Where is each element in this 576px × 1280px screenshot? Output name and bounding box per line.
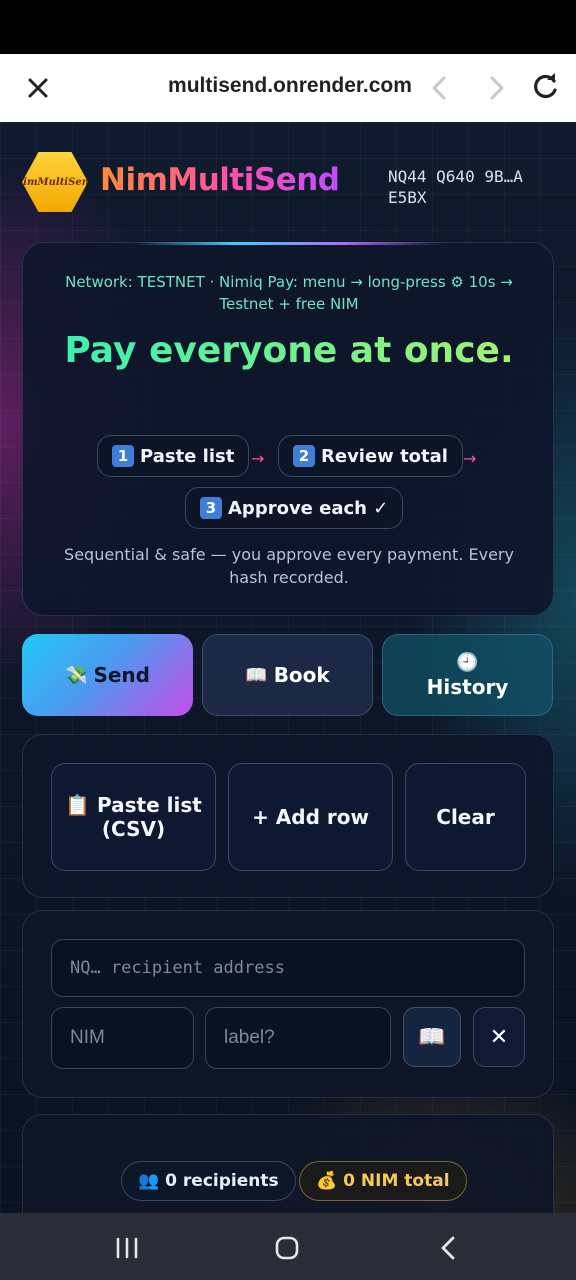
step-number: 2 (293, 445, 315, 467)
add-row-label: + Add row (252, 805, 369, 829)
book-icon: 📖 (418, 1024, 446, 1050)
step-pill-1: 1 Paste list (97, 435, 250, 477)
total-badge: 💰 0 NIM total (299, 1161, 467, 1201)
book-icon: 📖 (245, 664, 268, 686)
tab-label: Book (273, 663, 330, 687)
app-page: NimMultiSend NimMultiSend NQ44 Q640 9B…A… (0, 122, 576, 1213)
hero-subtitle: Sequential & safe — you approve every pa… (64, 545, 514, 587)
add-row-button[interactable]: + Add row (228, 763, 393, 871)
people-icon: 👥 (138, 1171, 160, 1191)
summary-card: 👥 0 recipients 💰 0 NIM total (22, 1114, 554, 1213)
home-icon[interactable] (272, 1233, 302, 1263)
hero-headline: Pay everyone at once. (53, 329, 525, 373)
back-nav-icon[interactable] (434, 1233, 464, 1263)
network-note: Network: TESTNET · Nimiq Pay: menu → lon… (65, 273, 513, 313)
step-arrow: → (251, 449, 265, 468)
step-number: 1 (112, 445, 134, 467)
money-bag-icon: 💰 (316, 1171, 338, 1191)
address-book-button[interactable]: 📖 (403, 1007, 461, 1067)
step-label: Paste list (140, 445, 235, 467)
tab-label: History (426, 675, 509, 699)
step-pill-2: 2 Review total (278, 435, 463, 477)
app-logo: NimMultiSend (22, 152, 88, 212)
tab-book[interactable]: 📖 Book (202, 634, 373, 716)
recent-apps-icon[interactable] (112, 1233, 142, 1263)
close-icon: ✕ (489, 1024, 509, 1050)
browser-url-bar: multisend.onrender.com (0, 54, 576, 122)
recipients-badge: 👥 0 recipients (121, 1161, 296, 1201)
hero-accent-line (133, 242, 443, 245)
remove-row-button[interactable]: ✕ (473, 1007, 525, 1067)
label-input[interactable] (224, 1008, 390, 1068)
amount-input[interactable] (70, 1008, 193, 1068)
actions-card: 📋 Paste list (CSV) + Add row Clear (22, 734, 554, 898)
status-bar (0, 0, 576, 54)
clear-label: Clear (436, 805, 495, 829)
tab-send[interactable]: 💸 Send (22, 634, 193, 716)
step-number: 3 (200, 497, 222, 519)
total-amount: 0 NIM total (343, 1171, 450, 1191)
recipients-count: 0 recipients (165, 1171, 279, 1191)
brand-title: NimMultiSend (100, 162, 340, 198)
step-label: Approve each ✓ (228, 497, 389, 519)
step-arrow: → (463, 449, 477, 468)
label-field[interactable] (205, 1007, 391, 1069)
wallet-address[interactable]: NQ44 Q640 9B…A E5BX (388, 166, 558, 208)
app-header: NimMultiSend NimMultiSend NQ44 Q640 9B…A… (20, 152, 560, 222)
logo-text: NimMultiSend (14, 176, 96, 188)
forward-icon[interactable] (480, 72, 512, 104)
paste-list-button[interactable]: 📋 Paste list (CSV) (51, 763, 216, 871)
tab-label: Send (93, 663, 150, 687)
step-pill-3: 3 Approve each ✓ (185, 487, 404, 529)
system-nav-bar (0, 1213, 576, 1280)
back-icon[interactable] (424, 72, 456, 104)
close-icon[interactable] (22, 72, 54, 104)
reload-icon[interactable] (528, 70, 562, 104)
recipient-entry-card: 📖 ✕ (22, 910, 554, 1098)
url-text[interactable]: multisend.onrender.com (150, 74, 430, 98)
money-wings-icon: 💸 (65, 664, 88, 686)
paste-label: Paste list (CSV) (97, 793, 202, 841)
clock-icon: 🕘 (456, 652, 479, 673)
hero-card: Network: TESTNET · Nimiq Pay: menu → lon… (22, 242, 554, 616)
clipboard-icon: 📋 (65, 793, 91, 817)
tab-history[interactable]: 🕘 History (382, 634, 553, 716)
recipient-address-input[interactable] (70, 940, 524, 996)
amount-field[interactable] (51, 1007, 194, 1069)
recipient-address-field[interactable] (51, 939, 525, 997)
step-label: Review total (321, 445, 448, 467)
clear-button[interactable]: Clear (405, 763, 526, 871)
